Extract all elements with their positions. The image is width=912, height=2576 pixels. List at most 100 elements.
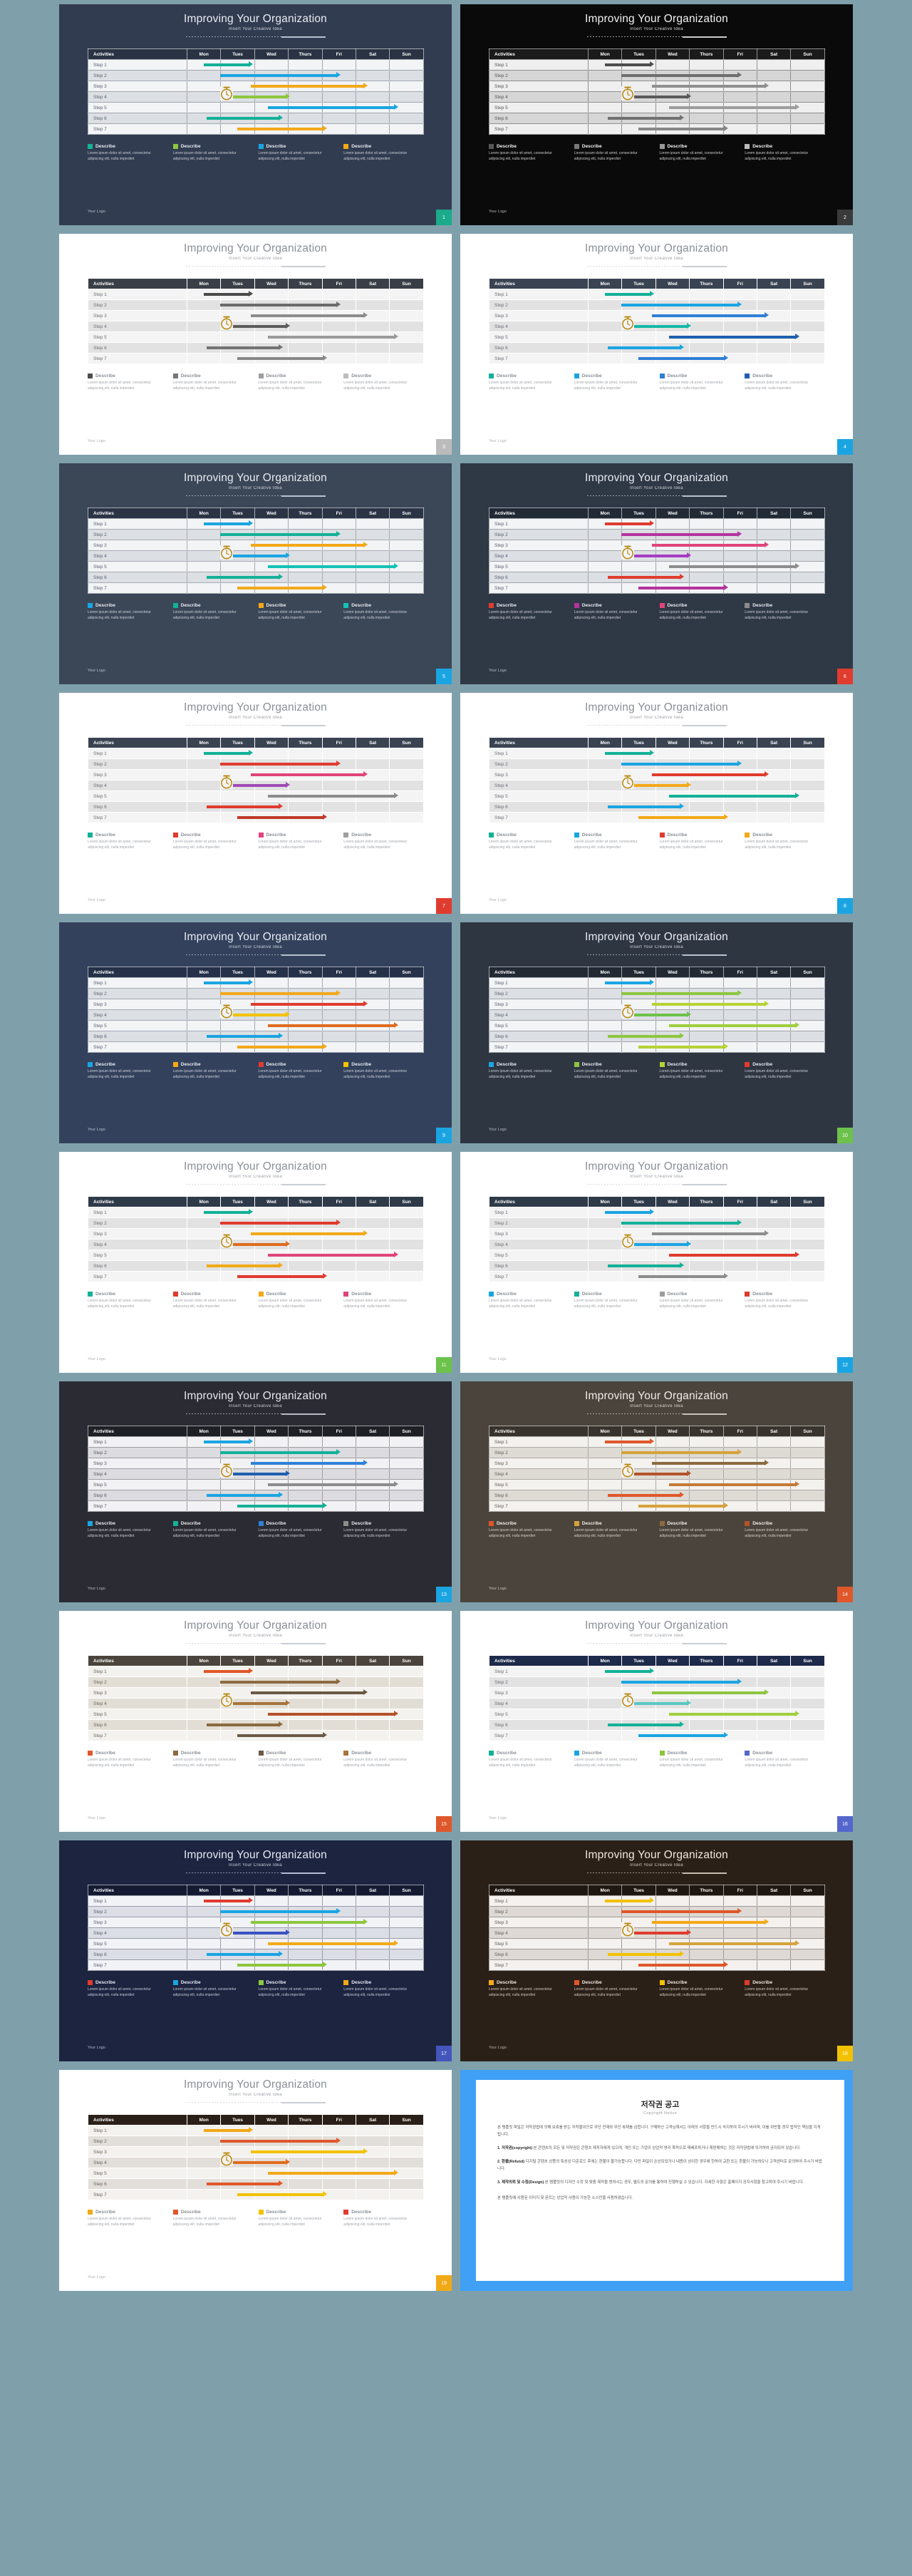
slide-thumbnail[interactable]: Improving Your Organization Insert Your …: [460, 922, 853, 1143]
gantt-cell: [587, 1666, 623, 1677]
divider-dots: [185, 1413, 281, 1415]
gantt-cell: [321, 1719, 356, 1731]
table-header-row: Activities Mon Tues Wed Thurs Fri Sat Sun: [489, 1196, 825, 1207]
slide-thumbnail[interactable]: Improving Your Organization Insert Your …: [59, 234, 452, 455]
gantt-cell: [756, 1490, 792, 1501]
gantt-cell: [587, 1041, 623, 1053]
slide-thumbnail[interactable]: Improving Your Organization Insert Your …: [59, 693, 452, 914]
step-label: Step 4: [489, 780, 589, 791]
slide-thumbnail[interactable]: Improving Your Organization Insert Your …: [59, 1840, 452, 2061]
gantt-cell: [689, 1009, 724, 1021]
copyright-slide[interactable]: 저작권 공고 Copyright Notice 본 템플릿 파일은 저작권법에 의해…: [460, 2070, 853, 2291]
gantt-cell: [254, 769, 289, 780]
legend-swatch: [172, 373, 178, 378]
slide-thumbnail[interactable]: Improving Your Organization Insert Your …: [59, 4, 452, 225]
legend-item: Describe Lorem ipsum dolor sit amet, cons…: [258, 603, 338, 622]
table-row: Step 7: [489, 582, 825, 594]
legend-item: Describe Lorem ipsum dolor sit amet, cons…: [258, 144, 338, 163]
legend-description: Lorem ipsum dolor sit amet, consectetur …: [258, 1069, 322, 1079]
gantt-cell: [756, 102, 792, 113]
legend-description: Lorem ipsum dolor sit amet, consectetur …: [258, 1758, 322, 1768]
table-row: Step 2: [489, 1906, 825, 1917]
legend-description: Lorem ipsum dolor sit amet, consectetur …: [659, 1069, 723, 1079]
slide-thumbnail[interactable]: Improving Your Organization Insert Your …: [59, 463, 452, 684]
gantt-cell: [321, 572, 356, 583]
legend-title: Describe: [180, 144, 201, 149]
day-header-fri: Fri: [321, 967, 356, 978]
gantt-cell: [756, 1917, 792, 1928]
step-label: Step 2: [489, 1447, 589, 1458]
gantt-cell: [288, 2146, 323, 2158]
gantt-cell: [355, 59, 390, 71]
legend-description: Lorem ipsum dolor sit amet, consectetur …: [172, 151, 237, 161]
legend-title: Describe: [180, 1980, 201, 1985]
gantt-cell: [587, 321, 623, 332]
gantt-cell: [587, 91, 623, 103]
gantt-cell: [288, 289, 323, 300]
table-header-row: Activities Mon Tues Wed Thurs Fri Sat Sun: [489, 278, 825, 289]
legend-swatch: [659, 144, 665, 149]
gantt-cell: [186, 977, 222, 989]
slide-thumbnail[interactable]: Improving Your Organization Insert Your …: [59, 1381, 452, 1602]
legend-swatch: [172, 1292, 178, 1297]
slide-thumbnail[interactable]: Improving Your Organization Insert Your …: [59, 1611, 452, 1832]
day-header-tues: Tues: [621, 278, 656, 289]
slide-number-badge: 12: [837, 1357, 853, 1373]
divider-solid: [281, 495, 326, 497]
legend-title: Describe: [667, 1980, 688, 1985]
gantt-cell: [389, 1719, 424, 1731]
gantt-cell: [756, 1949, 792, 1960]
slide-thumbnail[interactable]: Improving Your Organization Insert Your …: [460, 234, 853, 455]
slide-thumbnail[interactable]: Improving Your Organization Insert Your …: [460, 463, 853, 684]
slide-number-badge: 18: [837, 2046, 853, 2061]
logo-placeholder: Your Logo: [88, 1357, 105, 1361]
logo-placeholder: Your Logo: [88, 898, 105, 902]
legend-swatch: [745, 144, 750, 149]
gantt-cell: [689, 1895, 724, 1907]
gantt-cell: [389, 1676, 424, 1688]
legend-item: Describe Lorem ipsum dolor sit amet, cons…: [343, 373, 423, 392]
gantt-cell: [756, 331, 792, 343]
gantt-cell: [689, 1938, 724, 1949]
gantt-cell: [689, 342, 724, 354]
gantt-cell: [587, 582, 623, 594]
gantt-table-head: Activities Mon Tues Wed Thurs Fri Sat Sun: [88, 1426, 424, 1437]
gantt-cell: [790, 977, 825, 989]
gantt-cell: [587, 1228, 623, 1240]
slide-thumbnail[interactable]: Improving Your Organization Insert Your …: [460, 1381, 853, 1602]
gantt-cell: [288, 81, 323, 92]
gantt-cell: [389, 758, 424, 770]
day-header-mon: Mon: [587, 278, 623, 289]
slide-thumbnail[interactable]: Improving Your Organization Insert Your …: [460, 1152, 853, 1373]
gantt-cell: [621, 1490, 656, 1501]
legend-swatch: [343, 1980, 349, 1985]
gantt-cell: [722, 1458, 757, 1469]
table-row: Step 5: [88, 790, 424, 802]
gantt-cell: [220, 1207, 255, 1218]
gantt-cell: [621, 1895, 656, 1907]
gantt-cell: [756, 1217, 792, 1229]
slide-thumbnail[interactable]: Improving Your Organization Insert Your …: [460, 4, 853, 225]
slide-thumbnail[interactable]: Improving Your Organization Insert Your …: [460, 693, 853, 914]
gantt-cell: [790, 1228, 825, 1240]
gantt-cell: [722, 801, 757, 813]
step-label: Step 7: [88, 123, 187, 135]
gantt-cell: [355, 1271, 390, 1282]
legend-swatch: [88, 1980, 93, 1985]
gantt-cell: [621, 1709, 656, 1720]
table-header-row: Activities Mon Tues Wed Thurs Fri Sat Sun: [489, 1885, 825, 1896]
slide-thumbnail[interactable]: Improving Your Organization Insert Your …: [460, 1611, 853, 1832]
slide-thumbnail[interactable]: Improving Your Organization Insert Your …: [460, 1840, 853, 2061]
legend-item: Describe Lorem ipsum dolor sit amet, cons…: [489, 373, 569, 392]
divider-solid: [682, 1642, 727, 1644]
day-header-tues: Tues: [621, 737, 656, 748]
slide-thumbnail[interactable]: Improving Your Organization Insert Your …: [59, 2070, 452, 2291]
gantt-cell: [321, 1666, 356, 1677]
gantt-cell: [355, 1938, 390, 1949]
gantt-cell: [186, 2168, 222, 2179]
gantt-cell: [790, 102, 825, 113]
slide-thumbnail[interactable]: Improving Your Organization Insert Your …: [59, 1152, 452, 1373]
slide-thumbnail[interactable]: Improving Your Organization Insert Your …: [59, 922, 452, 1143]
table-row: Step 1: [489, 748, 825, 759]
legend-title: Describe: [351, 373, 372, 378]
